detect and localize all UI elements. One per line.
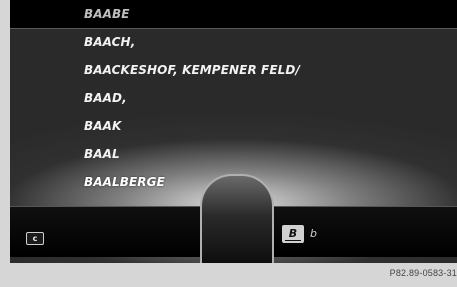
clear-button[interactable]: c bbox=[26, 232, 44, 245]
result-list: BAABE BAACH, BAACKESHOF, KEMPENER FELD/ … bbox=[10, 0, 457, 196]
list-item[interactable]: BAABE bbox=[10, 0, 457, 29]
display-screen: BAABE BAACH, BAACKESHOF, KEMPENER FELD/ … bbox=[10, 0, 457, 263]
image-caption: P82.89-0583-31 bbox=[389, 268, 457, 278]
list-item[interactable]: BAACH, bbox=[10, 28, 457, 56]
list-item[interactable]: BAAD, bbox=[10, 84, 457, 112]
list-item[interactable]: BAAL bbox=[10, 140, 457, 168]
next-character[interactable]: b bbox=[310, 225, 317, 243]
list-item[interactable]: BAAK bbox=[10, 112, 457, 140]
selected-character[interactable]: B bbox=[282, 225, 304, 243]
controller-knob[interactable] bbox=[200, 174, 274, 263]
list-item[interactable]: BAACKESHOF, KEMPENER FELD/ bbox=[10, 56, 457, 84]
